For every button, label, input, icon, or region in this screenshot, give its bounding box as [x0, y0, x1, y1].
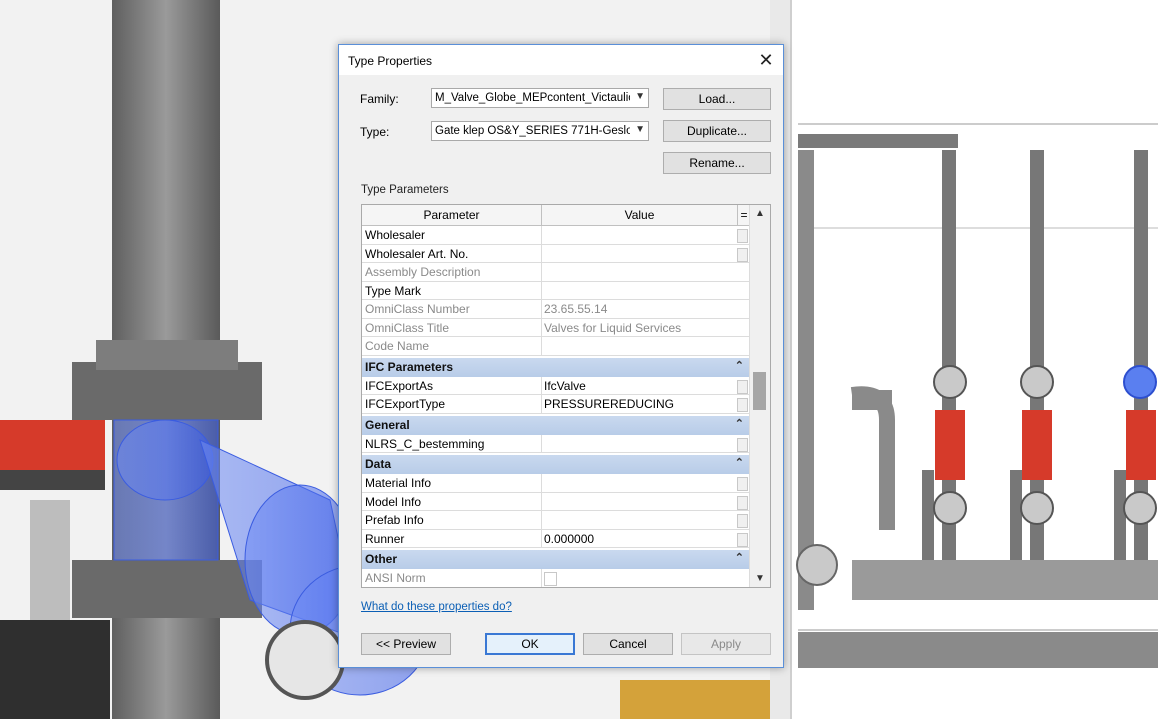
parameter-rows: Wholesaler Wholesaler Art. No. Assembly …	[362, 226, 750, 587]
type-value: Gate klep OS&Y_SERIES 771H-Gesloten	[435, 125, 630, 137]
rename-button[interactable]: Rename...	[663, 152, 771, 174]
table-row[interactable]: NLRS_C_bestemming	[362, 434, 750, 453]
group-header-other[interactable]: Other ⌃	[362, 550, 750, 569]
param-name: IFCExportAs	[365, 378, 434, 393]
duplicate-button[interactable]: Duplicate...	[663, 120, 771, 142]
collapse-icon[interactable]: ⌃	[735, 359, 744, 372]
type-parameters-label: Type Parameters	[361, 184, 449, 196]
type-label: Type:	[360, 125, 390, 139]
help-link[interactable]: What do these properties do?	[361, 601, 512, 613]
group-title: Other	[365, 552, 398, 566]
param-name: NLRS_C_bestemming	[365, 436, 485, 451]
group-header-ifc-parameters[interactable]: IFC Parameters ⌃	[362, 357, 750, 377]
param-name: Prefab Info	[365, 513, 424, 527]
dialog-title: Type Properties	[348, 54, 433, 68]
param-name: Runner	[365, 531, 405, 546]
table-row[interactable]: Runner 0.000000	[362, 529, 750, 548]
ok-button[interactable]: OK	[485, 633, 575, 655]
chevron-down-icon: ▼	[635, 124, 645, 135]
group-header-data[interactable]: Data ⌃	[362, 455, 750, 474]
param-checkbox[interactable]	[737, 477, 748, 491]
param-checkbox[interactable]	[737, 532, 748, 547]
table-row[interactable]: Model Info	[362, 492, 750, 511]
collapse-icon[interactable]: ⌃	[735, 456, 744, 469]
table-row[interactable]: IFCExportType PRESSUREREDUCING	[362, 395, 750, 414]
cancel-button[interactable]: Cancel	[583, 633, 673, 655]
param-name: OmniClass Number	[365, 302, 470, 316]
collapse-icon[interactable]: ⌃	[735, 551, 744, 564]
table-row[interactable]: IFCExportAs IfcValve	[362, 376, 750, 395]
param-name: Assembly Description	[365, 265, 481, 279]
param-name: ANSI Norm	[365, 571, 426, 585]
param-value[interactable]: IfcValve	[544, 379, 734, 393]
apply-button[interactable]: Apply	[681, 633, 771, 655]
table-row[interactable]: Assembly Description	[362, 263, 750, 282]
parameter-column-header[interactable]: Parameter	[362, 205, 542, 225]
param-name: Model Info	[365, 494, 422, 509]
type-dropdown[interactable]: Gate klep OS&Y_SERIES 771H-Gesloten ▼	[431, 121, 649, 141]
param-value: 23.65.55.14	[544, 302, 608, 316]
param-value: Valves for Liquid Services	[544, 320, 682, 335]
preview-button[interactable]: << Preview	[361, 633, 451, 655]
param-name: Type Mark	[365, 283, 422, 298]
type-parameters-grid: Parameter Value = Wholesaler Wholesaler …	[361, 204, 771, 588]
table-row[interactable]: Type Mark	[362, 281, 750, 300]
param-checkbox[interactable]	[737, 495, 748, 510]
table-row[interactable]: Code Name	[362, 337, 750, 356]
param-checkbox[interactable]	[737, 398, 748, 412]
chevron-down-icon: ▼	[635, 91, 645, 102]
param-name: Code Name	[365, 339, 430, 353]
group-title: General	[365, 417, 410, 432]
scroll-down-icon[interactable]: ▼	[755, 573, 765, 584]
scroll-up-icon[interactable]: ▲	[755, 208, 765, 219]
value-column-header[interactable]: Value	[542, 205, 738, 225]
table-row[interactable]: OmniClass Title Valves for Liquid Service…	[362, 318, 750, 337]
param-value[interactable]: PRESSUREREDUCING	[544, 397, 734, 411]
table-row[interactable]: OmniClass Number 23.65.55.14	[362, 300, 750, 319]
param-name: OmniClass Title	[365, 320, 450, 335]
table-row[interactable]: Material Info	[362, 474, 750, 493]
family-label: Family:	[360, 92, 399, 106]
table-row[interactable]: Wholesaler Art. No.	[362, 244, 750, 263]
ansi-norm-checkbox[interactable]	[544, 572, 557, 586]
param-checkbox[interactable]	[737, 247, 748, 262]
grid-header: Parameter Value =	[362, 205, 750, 226]
group-title: Data	[365, 457, 392, 471]
param-checkbox[interactable]	[737, 229, 748, 243]
close-icon[interactable]: ✕	[755, 49, 777, 71]
param-value[interactable]: 0.000000	[544, 532, 734, 546]
param-name: Material Info	[365, 476, 432, 490]
family-value: M_Valve_Globe_MEPcontent_Victaulic_S	[435, 92, 630, 104]
table-row[interactable]: ANSI Norm	[362, 569, 750, 587]
param-name: IFCExportType	[365, 397, 446, 411]
collapse-icon[interactable]: ⌃	[735, 417, 744, 430]
param-checkbox[interactable]	[737, 379, 748, 394]
grid-scrollbar[interactable]: ▲ ▼	[749, 205, 770, 587]
table-row[interactable]: Prefab Info	[362, 511, 750, 530]
scrollbar-thumb[interactable]	[753, 372, 766, 410]
group-header-general[interactable]: General ⌃	[362, 415, 750, 435]
group-title: IFC Parameters	[365, 359, 454, 374]
load-button[interactable]: Load...	[663, 88, 771, 110]
pipe-elevation-drawing	[792, 0, 1158, 719]
param-name: Wholesaler	[365, 228, 426, 242]
param-name: Wholesaler Art. No.	[365, 246, 469, 261]
elevation-view-right[interactable]	[790, 0, 1158, 719]
dialog-titlebar[interactable]: Type Properties ✕	[339, 45, 783, 75]
param-checkbox[interactable]	[737, 437, 748, 452]
family-dropdown[interactable]: M_Valve_Globe_MEPcontent_Victaulic_S ▼	[431, 88, 649, 108]
type-properties-dialog: Type Properties ✕ Family: M_Valve_Globe_…	[338, 44, 784, 668]
table-row[interactable]: Wholesaler	[362, 226, 750, 245]
param-checkbox[interactable]	[737, 514, 748, 528]
